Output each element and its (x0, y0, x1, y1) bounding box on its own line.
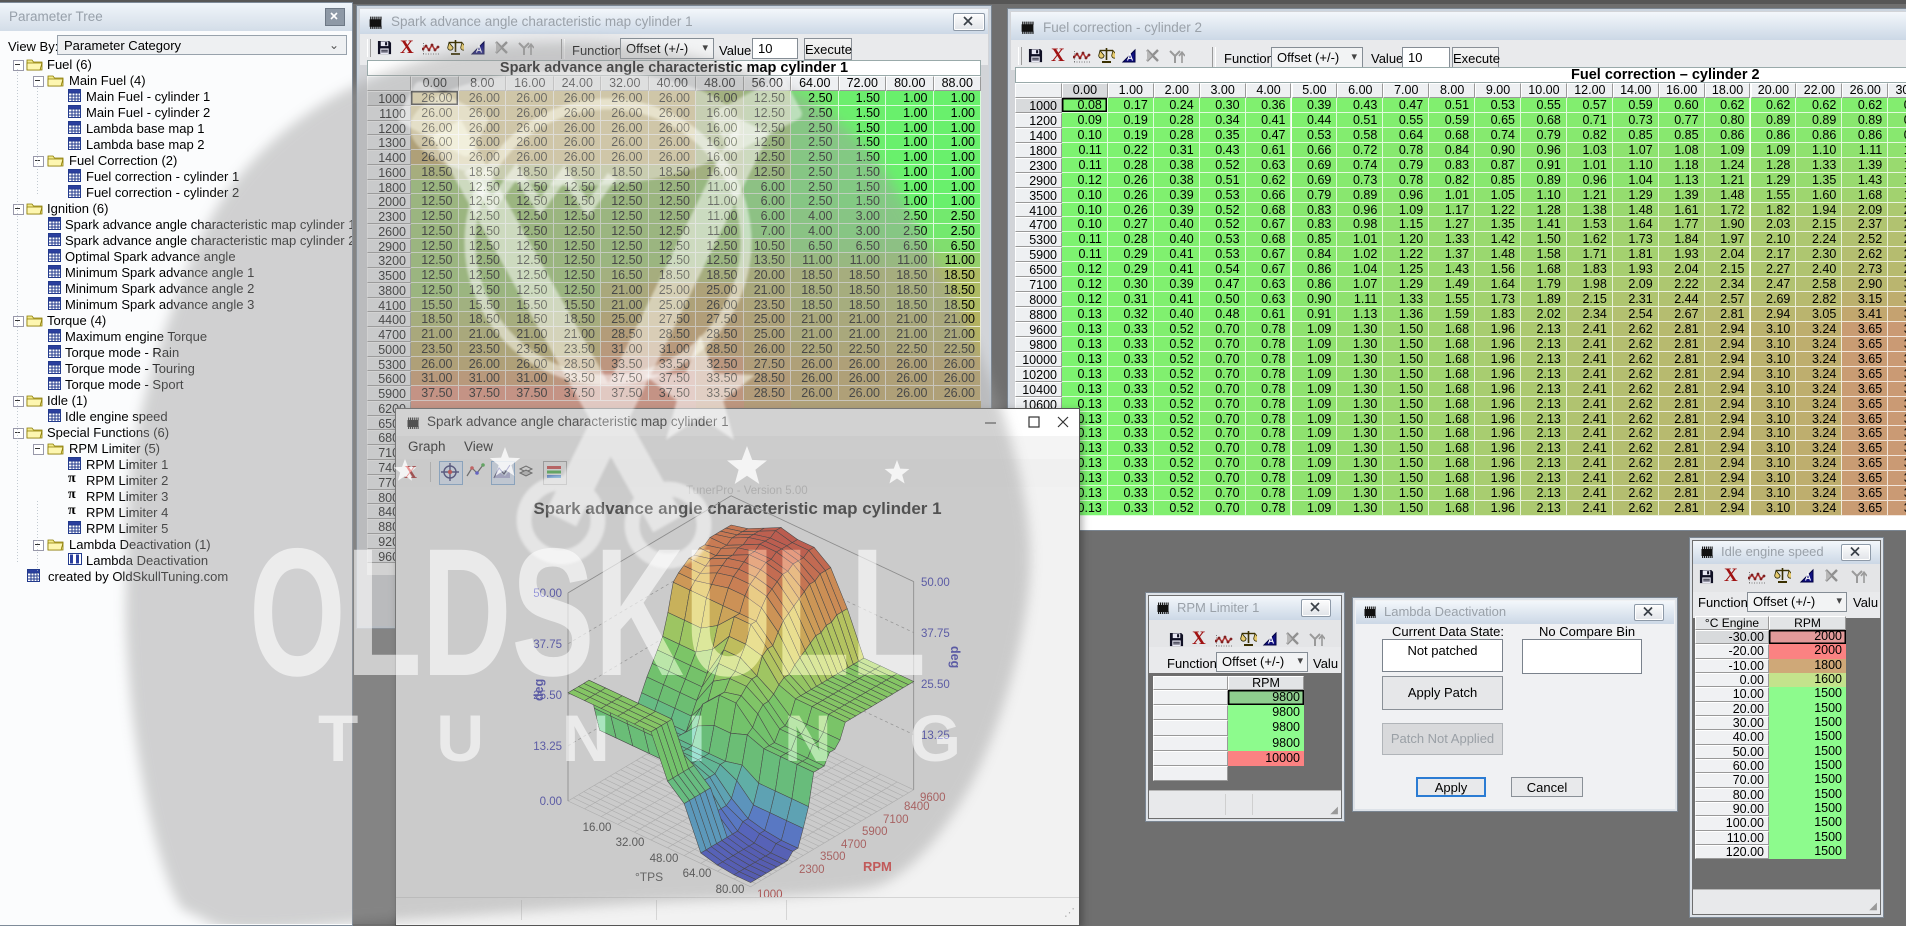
svg-text:9600: 9600 (920, 792, 946, 804)
svg-text:5900: 5900 (862, 826, 888, 838)
svg-text:32.00: 32.00 (616, 837, 645, 849)
svg-text:64.00: 64.00 (683, 868, 712, 880)
svg-text:50.00: 50.00 (533, 588, 562, 600)
svg-text:37.75: 37.75 (533, 639, 562, 651)
svg-text:deg: deg (532, 679, 546, 701)
svg-text:4700: 4700 (841, 839, 867, 851)
svg-text:RPM: RPM (863, 859, 892, 874)
svg-text:13.25: 13.25 (533, 741, 562, 753)
svg-text:°TPS: °TPS (635, 870, 663, 884)
svg-text:7100: 7100 (883, 814, 909, 826)
svg-text:3500: 3500 (820, 851, 846, 863)
svg-text:37.75: 37.75 (921, 628, 950, 640)
svg-text:deg: deg (948, 646, 962, 668)
svg-text:25.50: 25.50 (921, 679, 950, 691)
svg-text:16.00: 16.00 (583, 822, 612, 834)
svg-text:48.00: 48.00 (650, 853, 679, 865)
svg-text:0.00: 0.00 (540, 796, 562, 808)
svg-text:80.00: 80.00 (716, 884, 745, 896)
svg-text:2300: 2300 (799, 864, 825, 876)
svg-text:13.25: 13.25 (921, 730, 950, 742)
svg-text:50.00: 50.00 (921, 577, 950, 589)
